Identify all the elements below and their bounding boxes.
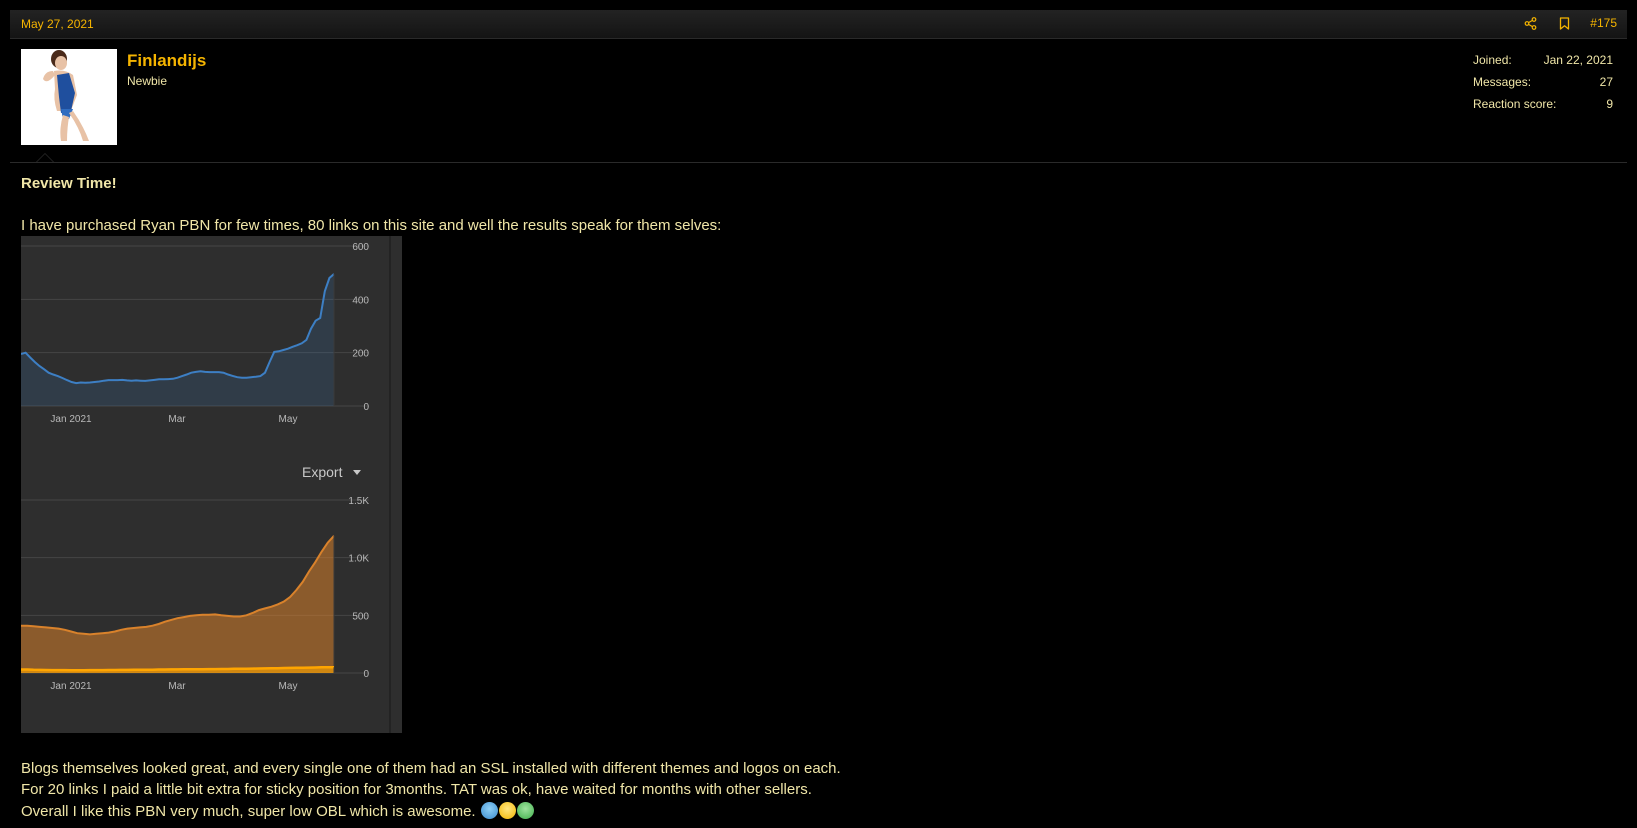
chart-backlinks: 1.5K 1.0K 500 0 Jan 2021 Mar May bbox=[21, 496, 369, 692]
y-tick-label: 200 bbox=[352, 349, 369, 360]
chart-scrollbar[interactable] bbox=[389, 236, 391, 733]
stat-value: 9 bbox=[1606, 97, 1613, 111]
x-tick-label: Jan 2021 bbox=[50, 414, 92, 425]
money-mouth-emoji bbox=[516, 802, 534, 819]
x-tick-label: May bbox=[279, 414, 298, 425]
post-divider bbox=[10, 162, 1627, 163]
y-tick-label: 600 bbox=[352, 242, 369, 253]
y-tick-label: 1.5K bbox=[348, 496, 369, 507]
post-intro: I have purchased Ryan PBN for few times,… bbox=[21, 217, 722, 234]
stat-value: 27 bbox=[1599, 75, 1613, 89]
username-link[interactable]: Finlandijs bbox=[127, 51, 206, 71]
stat-value: Jan 22, 2021 bbox=[1543, 53, 1613, 67]
post-heading: Review Time! bbox=[21, 175, 117, 192]
grimace-face-emoji bbox=[498, 802, 516, 819]
post-line-3-text: Overall I like this PBN very much, super… bbox=[21, 803, 476, 820]
post-line-2: For 20 links I paid a little bit extra f… bbox=[21, 781, 812, 798]
y-tick-label: 1.0K bbox=[348, 554, 369, 565]
x-tick-label: Mar bbox=[168, 414, 186, 425]
share-icon[interactable] bbox=[1522, 15, 1538, 31]
bookmark-icon[interactable] bbox=[1556, 15, 1572, 31]
series-area bbox=[21, 535, 334, 673]
avatar[interactable] bbox=[21, 49, 117, 145]
nerd-face-emoji bbox=[480, 802, 498, 819]
post-line-1: Blogs themselves looked great, and every… bbox=[21, 760, 841, 777]
post-number-link[interactable]: #175 bbox=[1590, 16, 1617, 30]
post-date[interactable]: May 27, 2021 bbox=[21, 17, 94, 31]
post-actions: #175 bbox=[1522, 15, 1617, 31]
export-dropdown-icon[interactable] bbox=[353, 470, 361, 475]
post-line-3: Overall I like this PBN very much, super… bbox=[21, 802, 534, 820]
y-tick-label: 400 bbox=[352, 295, 369, 306]
y-tick-label: 0 bbox=[363, 669, 369, 680]
stat-label: Reaction score: bbox=[1473, 97, 1557, 111]
forum-post: May 27, 2021 #175 Finlandijs Newbie Join… bbox=[0, 0, 1637, 828]
x-tick-label: Mar bbox=[168, 681, 186, 692]
y-tick-label: 500 bbox=[352, 611, 369, 622]
user-stats: Joined: Jan 22, 2021 Messages: 27 Reacti… bbox=[1473, 52, 1613, 118]
message-pointer bbox=[36, 153, 54, 162]
user-title: Newbie bbox=[127, 74, 168, 88]
stat-label: Joined: bbox=[1473, 53, 1512, 67]
series-area bbox=[21, 274, 334, 406]
stat-label: Messages: bbox=[1473, 75, 1532, 89]
chart-referring-domains: 600 400 200 0 Jan 2021 Mar May bbox=[21, 242, 369, 425]
export-button[interactable]: Export bbox=[302, 464, 342, 480]
stat-reaction-score: Reaction score: 9 bbox=[1473, 96, 1613, 118]
chart-screenshot: 600 400 200 0 Jan 2021 Mar May Export 1.5K 1.0K… bbox=[21, 236, 402, 733]
x-tick-label: May bbox=[279, 681, 298, 692]
post-header: May 27, 2021 #175 bbox=[10, 10, 1627, 39]
x-tick-label: Jan 2021 bbox=[50, 681, 92, 692]
stat-messages: Messages: 27 bbox=[1473, 74, 1613, 96]
y-tick-label: 0 bbox=[363, 402, 369, 413]
stat-joined: Joined: Jan 22, 2021 bbox=[1473, 52, 1613, 74]
